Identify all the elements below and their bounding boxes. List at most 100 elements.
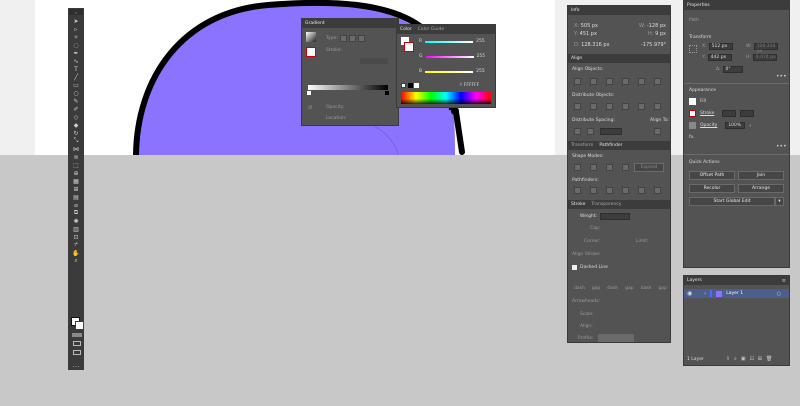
black-swatch[interactable] xyxy=(408,83,413,88)
white-swatch[interactable] xyxy=(414,83,419,88)
join-button[interactable]: Join xyxy=(738,171,784,180)
gradient-fill-stroke[interactable] xyxy=(306,47,316,57)
weight-field[interactable] xyxy=(600,213,631,220)
line-tool-icon[interactable]: ╱ xyxy=(71,73,81,81)
hex-field[interactable]: # FFFFFF xyxy=(459,83,479,88)
opacity-link[interactable]: Opacity xyxy=(700,123,717,128)
blend-tool-icon[interactable]: ⧉ xyxy=(71,209,81,217)
gradient-eyedropper-icon[interactable]: ⌀ xyxy=(308,103,312,111)
perspective-grid-tool-icon[interactable]: ▦ xyxy=(71,177,81,185)
dist-right-icon[interactable] xyxy=(654,103,661,110)
gradient-tab[interactable]: Gradient xyxy=(305,21,325,26)
dist-top-icon[interactable] xyxy=(574,103,581,110)
stroke-swatch[interactable] xyxy=(75,321,84,330)
stroke-tab[interactable]: Stroke xyxy=(571,202,585,207)
start-global-edit-button[interactable]: Start Global Edit xyxy=(689,197,775,206)
intersect-icon[interactable] xyxy=(606,164,613,171)
column-graph-tool-icon[interactable]: ▥ xyxy=(71,225,81,233)
divide-icon[interactable] xyxy=(574,187,581,194)
dist-vcenter-icon[interactable] xyxy=(590,103,597,110)
draw-mode-icon[interactable] xyxy=(73,341,81,346)
gradient-slider[interactable] xyxy=(308,85,388,90)
align-to-selection-icon[interactable] xyxy=(654,128,661,135)
prop-x-field[interactable]: 512 px xyxy=(708,43,733,50)
pathfinder-tab[interactable]: Pathfinder xyxy=(599,143,622,148)
align-tab[interactable]: Align xyxy=(571,56,582,61)
crop-icon[interactable] xyxy=(622,187,629,194)
visibility-eye-icon[interactable]: ◉ xyxy=(687,290,692,297)
space-vertical-icon[interactable] xyxy=(574,128,581,135)
opacity-dropdown-icon[interactable]: › xyxy=(749,123,751,129)
pencil-tool-icon[interactable]: ✐ xyxy=(71,105,81,113)
gradient-stop-right[interactable] xyxy=(385,91,389,95)
type-tool-icon[interactable]: T xyxy=(71,65,81,73)
color-mode-icons[interactable] xyxy=(72,333,82,337)
unite-icon[interactable] xyxy=(574,164,581,171)
outline-icon[interactable] xyxy=(638,187,645,194)
layer-target-icon[interactable]: ○ xyxy=(777,291,781,297)
spacing-field[interactable] xyxy=(600,128,622,135)
appearance-more-icon[interactable]: ••• xyxy=(776,143,787,150)
dist-hcenter-icon[interactable] xyxy=(638,103,645,110)
new-layer-icon[interactable]: ⊞ xyxy=(758,356,762,362)
freeform-gradient-icon[interactable] xyxy=(357,35,365,42)
artboard-tool-icon[interactable]: ⊡ xyxy=(71,233,81,241)
layers-menu-icon[interactable]: ≡ xyxy=(782,278,786,284)
slice-tool-icon[interactable]: ⌿ xyxy=(71,241,81,249)
prop-w-field[interactable]: 128.316 px xyxy=(753,43,778,54)
align-bottom-icon[interactable] xyxy=(654,78,661,85)
merge-icon[interactable] xyxy=(606,187,613,194)
selection-tool-icon[interactable]: ➤ xyxy=(71,17,81,25)
profile-dropdown[interactable] xyxy=(598,334,634,342)
r-slider[interactable] xyxy=(425,40,474,43)
gradient-tool-icon[interactable]: ▤ xyxy=(71,193,81,201)
b-value[interactable]: 255 xyxy=(476,69,485,74)
g-slider[interactable] xyxy=(425,55,474,58)
r-value[interactable]: 255 xyxy=(476,39,485,44)
radial-gradient-icon[interactable] xyxy=(348,35,356,42)
stroke-weight-dropdown[interactable] xyxy=(740,110,755,117)
none-swatch[interactable] xyxy=(401,83,406,88)
magic-wand-tool-icon[interactable]: ✧ xyxy=(71,33,81,41)
opacity-field[interactable]: 100% xyxy=(725,122,746,129)
eraser-tool-icon[interactable]: ◆ xyxy=(71,121,81,129)
warp-tool-icon[interactable]: ≋ xyxy=(71,153,81,161)
prop-y-field[interactable]: 442 px xyxy=(707,54,732,61)
scale-tool-icon[interactable]: ⤡ xyxy=(71,137,81,145)
align-top-icon[interactable] xyxy=(622,78,629,85)
stroke-link[interactable]: Stroke xyxy=(700,111,714,116)
stroke-weight-field[interactable] xyxy=(722,110,737,117)
expand-layer-icon[interactable]: › xyxy=(704,291,706,297)
zoom-tool-icon[interactable]: ⌕ xyxy=(71,257,81,265)
edit-toolbar-icon[interactable]: ... xyxy=(69,361,83,369)
lasso-tool-icon[interactable]: ◌ xyxy=(71,41,81,49)
minus-back-icon[interactable] xyxy=(654,187,661,194)
layers-tab[interactable]: Layers xyxy=(687,278,702,283)
transparency-tab[interactable]: Transparency xyxy=(591,202,621,207)
align-right-icon[interactable] xyxy=(606,78,613,85)
new-sublayer-icon[interactable]: ⊡ xyxy=(750,356,754,362)
free-transform-tool-icon[interactable]: ⬚ xyxy=(71,161,81,169)
properties-tab[interactable]: Properties xyxy=(687,3,710,8)
color-guide-tab[interactable]: Color Guide xyxy=(418,27,444,32)
g-value[interactable]: 255 xyxy=(477,54,486,59)
transform-more-icon[interactable]: ••• xyxy=(776,73,787,80)
dist-bottom-icon[interactable] xyxy=(606,103,613,110)
fill-stroke-swatches[interactable] xyxy=(71,317,84,330)
pen-tool-icon[interactable]: ✒ xyxy=(71,49,81,57)
reference-point-icon[interactable] xyxy=(689,45,697,53)
align-hcenter-icon[interactable] xyxy=(590,78,597,85)
curvature-tool-icon[interactable]: ∿ xyxy=(71,57,81,65)
dashed-line-checkbox[interactable] xyxy=(572,265,577,270)
space-horizontal-icon[interactable] xyxy=(587,128,594,135)
shape-builder-tool-icon[interactable]: ⊕ xyxy=(71,169,81,177)
b-slider[interactable] xyxy=(425,70,474,73)
fx-button[interactable]: fx. xyxy=(689,135,695,140)
symbol-sprayer-tool-icon[interactable]: ✺ xyxy=(71,217,81,225)
color-spectrum[interactable] xyxy=(401,92,491,104)
layer-name[interactable]: Layer 1 xyxy=(726,291,743,296)
direct-selection-tool-icon[interactable]: ▹ xyxy=(71,25,81,33)
stroke-swatch[interactable] xyxy=(689,110,696,117)
locate-icon[interactable]: ⌕ xyxy=(734,356,737,362)
align-vcenter-icon[interactable] xyxy=(638,78,645,85)
